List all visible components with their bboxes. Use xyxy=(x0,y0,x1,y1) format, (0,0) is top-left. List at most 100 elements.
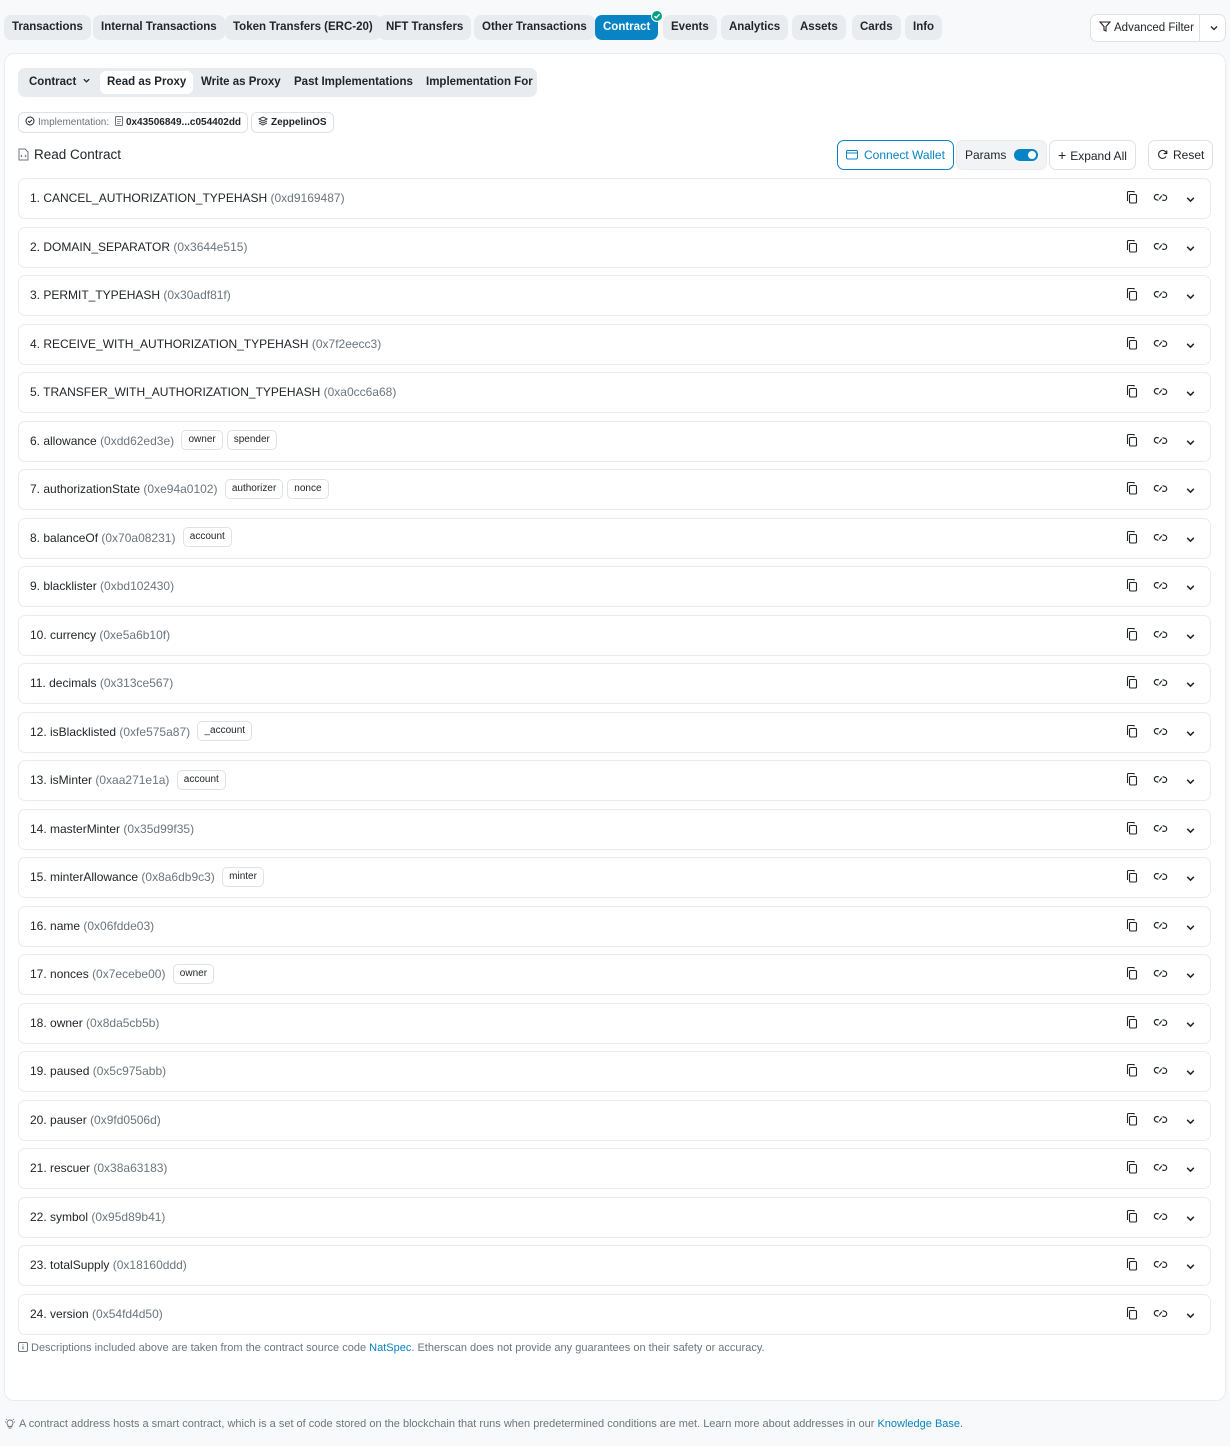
subtab-past-implementations[interactable]: Past Implementations xyxy=(287,71,420,94)
link-icon[interactable] xyxy=(1153,1210,1168,1226)
function-row[interactable]: 24. version (0x54fd4d50) xyxy=(18,1293,1211,1335)
copy-icon[interactable] xyxy=(1126,1015,1138,1032)
copy-icon[interactable] xyxy=(1126,966,1138,983)
natspec-link[interactable]: NatSpec xyxy=(369,1342,411,1354)
chevron-down-icon[interactable] xyxy=(1185,291,1196,305)
link-icon[interactable] xyxy=(1153,531,1168,547)
subtab-implementation-for[interactable]: Implementation For xyxy=(419,71,540,94)
chevron-down-icon[interactable] xyxy=(1185,194,1196,208)
chevron-down-icon[interactable] xyxy=(1185,1164,1196,1178)
copy-icon[interactable] xyxy=(1126,239,1138,256)
copy-icon[interactable] xyxy=(1126,481,1138,498)
function-row[interactable]: 23. totalSupply (0x18160ddd) xyxy=(18,1245,1211,1286)
link-icon[interactable] xyxy=(1153,725,1168,741)
chevron-down-icon[interactable] xyxy=(1185,776,1196,790)
function-label[interactable]: 23. totalSupply (0x18160ddd) xyxy=(30,1246,187,1285)
copy-icon[interactable] xyxy=(1126,1063,1138,1080)
link-icon[interactable] xyxy=(1153,1016,1168,1032)
reset-button[interactable]: Reset xyxy=(1148,140,1214,170)
link-icon[interactable] xyxy=(1153,1258,1168,1274)
subtab-contract[interactable]: Contract xyxy=(22,71,101,94)
function-label[interactable]: 20. pauser (0x9fd0506d) xyxy=(30,1101,161,1140)
chevron-down-icon[interactable] xyxy=(1185,485,1196,499)
link-icon[interactable] xyxy=(1153,967,1168,983)
tab-events[interactable]: Events xyxy=(663,15,717,40)
copy-icon[interactable] xyxy=(1126,384,1138,401)
function-row[interactable]: 22. symbol (0x95d89b41) xyxy=(18,1196,1211,1238)
function-row[interactable]: 21. rescuer (0x38a63183) xyxy=(18,1148,1211,1189)
function-label[interactable]: 3. PERMIT_TYPEHASH (0x30adf81f) xyxy=(30,276,231,315)
link-icon[interactable] xyxy=(1153,240,1168,256)
copy-icon[interactable] xyxy=(1126,869,1138,886)
chevron-down-icon[interactable] xyxy=(1185,631,1196,645)
function-row[interactable]: 18. owner (0x8da5cb5b) xyxy=(18,1002,1211,1044)
function-row[interactable]: 17. nonces (0x7ecebe00) owner xyxy=(18,954,1211,995)
connect-wallet-button[interactable]: Connect Wallet xyxy=(837,140,954,170)
function-row[interactable]: 15. minterAllowance (0x8a6db9c3) minter xyxy=(18,857,1211,898)
function-label[interactable]: 6. allowance (0xdd62ed3e) owner spender xyxy=(30,422,277,461)
link-icon[interactable] xyxy=(1153,1161,1168,1177)
function-label[interactable]: 7. authorizationState (0xe94a0102) autho… xyxy=(30,470,329,509)
copy-icon[interactable] xyxy=(1126,1112,1138,1129)
function-label[interactable]: 16. name (0x06fdde03) xyxy=(30,907,154,946)
link-icon[interactable] xyxy=(1153,773,1168,789)
copy-icon[interactable] xyxy=(1126,1209,1138,1226)
function-label[interactable]: 10. currency (0xe5a6b10f) xyxy=(30,616,170,655)
function-label[interactable]: 1. CANCEL_AUTHORIZATION_TYPEHASH (0xd916… xyxy=(30,179,345,218)
function-row[interactable]: 4. RECEIVE_WITH_AUTHORIZATION_TYPEHASH (… xyxy=(18,323,1211,365)
tab-nft-transfers[interactable]: NFT Transfers xyxy=(378,15,472,40)
link-icon[interactable] xyxy=(1153,822,1168,838)
link-icon[interactable] xyxy=(1153,870,1168,886)
copy-icon[interactable] xyxy=(1126,627,1138,644)
chevron-down-icon[interactable] xyxy=(1185,1261,1196,1275)
chevron-down-icon[interactable] xyxy=(1209,23,1219,33)
chevron-down-icon[interactable] xyxy=(1185,388,1196,402)
chevron-down-icon[interactable] xyxy=(1185,679,1196,693)
link-icon[interactable] xyxy=(1153,1307,1168,1323)
function-row[interactable]: 1. CANCEL_AUTHORIZATION_TYPEHASH (0xd916… xyxy=(18,178,1211,219)
copy-icon[interactable] xyxy=(1126,1306,1138,1323)
function-label[interactable]: 21. rescuer (0x38a63183) xyxy=(30,1149,167,1188)
chevron-down-icon[interactable] xyxy=(1185,728,1196,742)
function-label[interactable]: 9. blacklister (0xbd102430) xyxy=(30,567,174,606)
link-icon[interactable] xyxy=(1153,579,1168,595)
function-row[interactable]: 5. TRANSFER_WITH_AUTHORIZATION_TYPEHASH … xyxy=(18,372,1211,413)
link-icon[interactable] xyxy=(1153,482,1168,498)
function-label[interactable]: 18. owner (0x8da5cb5b) xyxy=(30,1004,159,1043)
chevron-down-icon[interactable] xyxy=(1185,1067,1196,1081)
chevron-down-icon[interactable] xyxy=(1185,534,1196,548)
params-switch[interactable] xyxy=(1014,148,1039,161)
copy-icon[interactable] xyxy=(1126,336,1138,353)
link-icon[interactable] xyxy=(1153,1113,1168,1129)
copy-icon[interactable] xyxy=(1126,530,1138,547)
chevron-down-icon[interactable] xyxy=(1185,1310,1196,1324)
copy-icon[interactable] xyxy=(1126,1160,1138,1177)
knowledge-base-link[interactable]: Knowledge Base xyxy=(877,1418,960,1430)
link-icon[interactable] xyxy=(1153,919,1168,935)
link-icon[interactable] xyxy=(1153,676,1168,692)
function-label[interactable]: 24. version (0x54fd4d50) xyxy=(30,1295,163,1334)
function-row[interactable]: 3. PERMIT_TYPEHASH (0x30adf81f) xyxy=(18,275,1211,316)
tab-analytics[interactable]: Analytics xyxy=(721,15,789,40)
tab-other-transactions[interactable]: Other Transactions xyxy=(474,15,595,40)
function-row[interactable]: 6. allowance (0xdd62ed3e) owner spender xyxy=(18,420,1211,462)
link-icon[interactable] xyxy=(1153,1064,1168,1080)
function-label[interactable]: 12. isBlacklisted (0xfe575a87) _account xyxy=(30,713,253,752)
function-label[interactable]: 19. paused (0x5c975abb) xyxy=(30,1052,166,1091)
chevron-down-icon[interactable] xyxy=(1185,243,1196,257)
copy-icon[interactable] xyxy=(1126,578,1138,595)
function-row[interactable]: 19. paused (0x5c975abb) xyxy=(18,1051,1211,1092)
copy-icon[interactable] xyxy=(1126,918,1138,935)
implementation-address[interactable]: 0x43506849...c054402dd xyxy=(126,117,241,128)
function-label[interactable]: 14. masterMinter (0x35d99f35) xyxy=(30,810,194,849)
function-row[interactable]: 10. currency (0xe5a6b10f) xyxy=(18,614,1211,656)
chevron-down-icon[interactable] xyxy=(1185,1116,1196,1130)
subtab-read-as-proxy[interactable]: Read as Proxy xyxy=(100,71,194,94)
advanced-filter-button[interactable]: Advanced Filter xyxy=(1090,14,1226,42)
tab-info[interactable]: Info xyxy=(905,15,943,40)
function-label[interactable]: 11. decimals (0x313ce567) xyxy=(30,664,173,703)
function-label[interactable]: 22. symbol (0x95d89b41) xyxy=(30,1198,165,1237)
link-icon[interactable] xyxy=(1153,288,1168,304)
function-row[interactable]: 11. decimals (0x313ce567) xyxy=(18,663,1211,704)
function-row[interactable]: 20. pauser (0x9fd0506d) xyxy=(18,1099,1211,1141)
